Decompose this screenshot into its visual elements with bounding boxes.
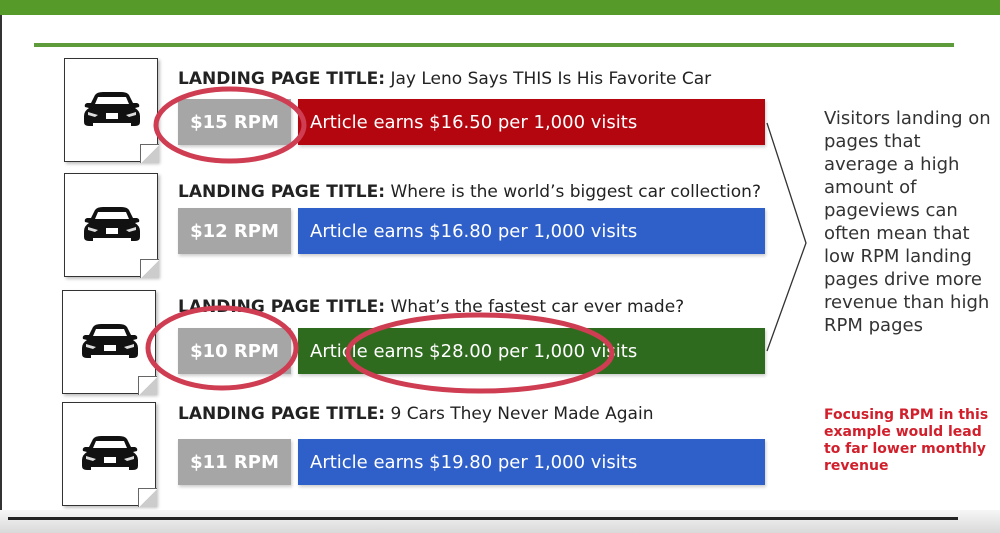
- earnings-bar: Article earns $16.50 per 1,000 visits: [298, 99, 765, 145]
- title-text: Jay Leno Says THIS Is His Favorite Car: [390, 69, 712, 89]
- document-icon: [62, 402, 157, 507]
- car-icon: [84, 207, 140, 241]
- slide-left-edge: [0, 15, 2, 533]
- bracket-line: [766, 122, 807, 352]
- landing-page-title: LANDING PAGE TITLE: 9 Cars They Never Ma…: [178, 404, 653, 424]
- header-rule: [34, 43, 954, 47]
- title-text: 9 Cars They Never Made Again: [390, 404, 654, 424]
- earnings-bar: Article earns $28.00 per 1,000 visits: [298, 328, 765, 374]
- rpm-badge: $11 RPM: [178, 439, 291, 485]
- page-fold: [140, 259, 159, 278]
- side-explanation: Visitors landing on pages that average a…: [824, 108, 991, 336]
- page-fold: [138, 488, 157, 507]
- title-label: LANDING PAGE TITLE:: [178, 297, 386, 317]
- top-accent-bar: [0, 0, 1000, 15]
- slide-bottom: [0, 510, 1000, 533]
- page-fold: [138, 376, 157, 395]
- title-text: What’s the fastest car ever made?: [390, 297, 685, 317]
- page-fold: [140, 144, 159, 163]
- document-icon: [64, 173, 159, 278]
- landing-page-title: LANDING PAGE TITLE: What’s the fastest c…: [178, 297, 684, 317]
- car-icon: [84, 92, 140, 126]
- earnings-bar: Article earns $19.80 per 1,000 visits: [298, 439, 765, 485]
- rpm-badge: $12 RPM: [178, 208, 291, 254]
- title-label: LANDING PAGE TITLE:: [178, 404, 386, 424]
- car-icon: [82, 436, 138, 470]
- footer-rule: [8, 517, 958, 520]
- car-icon: [82, 324, 138, 358]
- earnings-bar: Article earns $16.80 per 1,000 visits: [298, 208, 765, 254]
- document-icon: [62, 290, 157, 395]
- rpm-badge: $10 RPM: [178, 328, 291, 374]
- title-text: Where is the world’s biggest car collect…: [390, 182, 761, 202]
- title-label: LANDING PAGE TITLE:: [178, 69, 386, 89]
- landing-page-title: LANDING PAGE TITLE: Jay Leno Says THIS I…: [178, 69, 711, 89]
- side-warning-note: Focusing RPM in this example would lead …: [824, 407, 989, 474]
- rpm-badge: $15 RPM: [178, 99, 291, 145]
- title-label: LANDING PAGE TITLE:: [178, 182, 386, 202]
- landing-page-title: LANDING PAGE TITLE: Where is the world’s…: [178, 182, 761, 202]
- document-icon: [64, 58, 159, 163]
